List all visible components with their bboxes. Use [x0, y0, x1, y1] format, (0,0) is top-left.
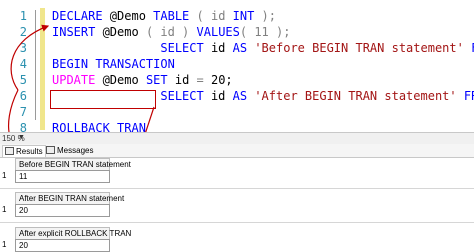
code-line[interactable]: BEGIN TRANSACTION	[52, 56, 175, 72]
code-token: ( id )	[145, 25, 197, 39]
tab-results-label: Results	[16, 147, 43, 156]
line-number-gutter: 123456789	[0, 0, 30, 132]
zoom-dropdown-icon[interactable]: ▼	[18, 134, 25, 141]
line-number: 2	[19, 25, 27, 39]
code-token: );	[261, 9, 276, 23]
line-number: 5	[19, 73, 27, 87]
line-number: 8	[19, 121, 27, 132]
code-token: 'After BEGIN TRAN statement'	[254, 89, 464, 103]
code-token: 'Before BEGIN TRAN statement'	[254, 41, 472, 55]
code-token: VALUES	[196, 25, 240, 39]
code-token: TABLE	[153, 9, 197, 23]
result-tabs: Results Messages	[0, 144, 474, 158]
line-number: 1	[19, 9, 27, 23]
line-number: 7	[19, 105, 27, 119]
query-editor[interactable]: 123456789 DECLARE @Demo TABLE ( id INT )…	[0, 0, 474, 132]
code-token: @Demo	[102, 25, 146, 39]
code-token: INT	[232, 9, 262, 23]
line-number: 6	[19, 89, 27, 103]
code-token: DECLARE	[52, 9, 110, 23]
code-token: ( id	[196, 9, 233, 23]
code-token: SET	[145, 73, 175, 87]
tab-messages[interactable]: Messages	[44, 145, 95, 156]
rollback-highlight-box	[50, 90, 156, 109]
outline-fold-line	[35, 10, 36, 120]
tab-results[interactable]: Results	[2, 145, 46, 157]
code-token: ROLLBACK TRAN	[52, 121, 146, 132]
result-cell[interactable]: 11	[15, 170, 110, 183]
code-token: AS	[232, 41, 255, 55]
code-token: id	[210, 89, 233, 103]
line-number: 3	[19, 41, 27, 55]
code-line[interactable]: ROLLBACK TRAN	[52, 120, 146, 132]
code-line[interactable]: UPDATE @Demo SET id = 20;	[52, 72, 233, 88]
grid-separator	[0, 188, 474, 189]
code-token: UPDATE	[52, 73, 103, 87]
code-line[interactable]: INSERT @Demo ( id ) VALUES( 11 );	[52, 24, 290, 40]
code-token: BEGIN TRANSACTION	[52, 57, 175, 71]
result-cell[interactable]: 20	[15, 239, 110, 252]
code-token: 20;	[210, 73, 233, 87]
code-token: ( 11 );	[239, 25, 291, 39]
row-number: 1	[2, 205, 7, 214]
code-token: id	[174, 73, 197, 87]
messages-icon	[46, 146, 55, 154]
row-number: 1	[2, 171, 7, 180]
change-tracking-bar	[40, 8, 45, 130]
tab-messages-label: Messages	[57, 146, 94, 155]
code-token: SELECT	[52, 41, 211, 55]
code-token: @Demo	[102, 73, 146, 87]
code-token: AS	[232, 89, 255, 103]
code-line[interactable]: SELECT id AS 'Before BEGIN TRAN statemen…	[52, 40, 474, 56]
line-number: 4	[19, 57, 27, 71]
code-token: @Demo	[109, 9, 154, 23]
code-token: INSERT	[52, 25, 103, 39]
code-line[interactable]: DECLARE @Demo TABLE ( id INT );	[52, 8, 276, 24]
row-number: 1	[2, 240, 7, 249]
grid-separator	[0, 222, 474, 223]
result-cell[interactable]: 20	[15, 204, 110, 217]
code-token: FROM	[463, 89, 474, 103]
grid-icon	[5, 147, 14, 155]
code-token: id	[210, 41, 233, 55]
results-pane: Before BEGIN TRAN statement 1 11 After B…	[0, 158, 474, 252]
code-token: =	[196, 73, 211, 87]
